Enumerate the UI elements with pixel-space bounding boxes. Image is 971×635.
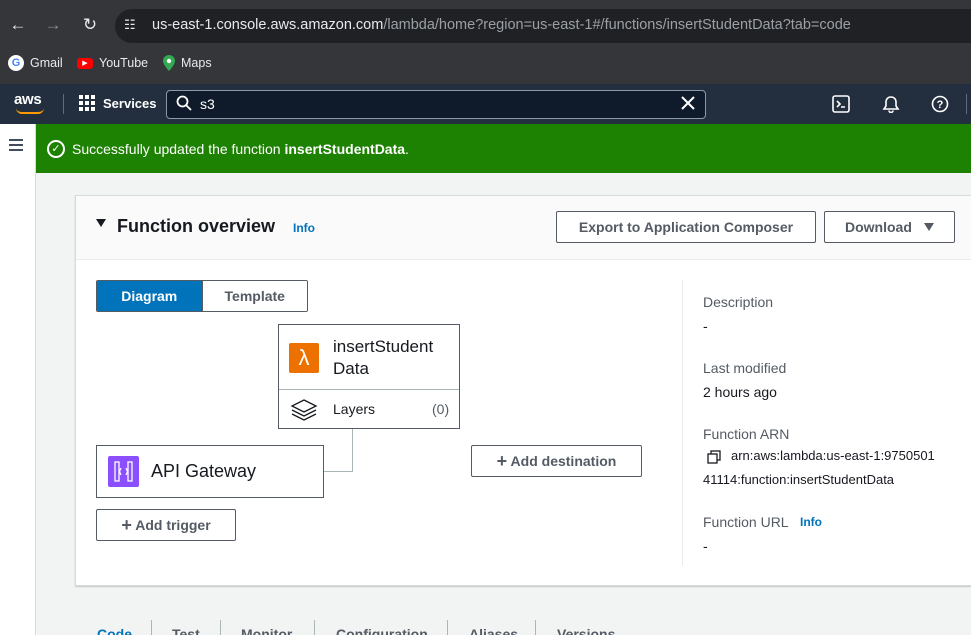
add-destination-button[interactable]: + Add destination xyxy=(471,445,642,477)
svg-text:?: ? xyxy=(937,99,944,111)
lambda-icon: λ xyxy=(289,343,319,373)
add-destination-label: Add destination xyxy=(510,453,617,469)
function-url-label: Function URL xyxy=(703,514,789,530)
function-arn-value-line1: arn:aws:lambda:us-east-1:9750501 xyxy=(731,448,935,463)
last-modified-label: Last modified xyxy=(703,360,787,376)
flash-message-end: . xyxy=(405,141,409,157)
api-gateway-icon xyxy=(108,456,139,487)
tab-configuration[interactable]: Configuration xyxy=(336,626,428,635)
forward-icon[interactable]: → xyxy=(42,14,64,36)
add-trigger-label: Add trigger xyxy=(135,517,211,533)
download-label: Download xyxy=(845,219,912,235)
copy-icon[interactable] xyxy=(707,450,721,467)
diagram-toggle[interactable]: Diagram xyxy=(97,281,202,311)
back-icon[interactable]: ← xyxy=(7,14,29,36)
collapse-caret-icon[interactable] xyxy=(96,219,106,227)
plus-icon: + xyxy=(121,515,132,535)
site-info-icon[interactable]: ☷ xyxy=(124,17,136,33)
connector-line xyxy=(352,429,353,471)
flash-message-text: Successfully updated the function xyxy=(72,141,285,157)
export-to-composer-button[interactable]: Export to Application Composer xyxy=(556,211,816,243)
services-button[interactable]: Services xyxy=(79,95,157,111)
services-label: Services xyxy=(103,95,157,111)
url-text: us-east-1.console.aws.amazon.com/lambda/… xyxy=(152,17,851,33)
tab-monitor[interactable]: Monitor xyxy=(241,626,292,635)
url-host: us-east-1.console.aws.amazon.com xyxy=(152,17,384,33)
nav-divider xyxy=(966,94,967,114)
page-title: Function overview xyxy=(117,216,276,236)
plus-icon: + xyxy=(496,451,508,471)
tab-versions[interactable]: Versions xyxy=(557,626,615,635)
bookmark-gmail[interactable]: G Gmail xyxy=(8,54,63,72)
tab-code[interactable]: Code xyxy=(97,626,132,635)
function-url-info-link[interactable]: Info xyxy=(800,515,822,529)
search-input[interactable] xyxy=(166,90,706,119)
connector-line xyxy=(324,471,353,472)
help-icon[interactable]: ? xyxy=(931,95,949,116)
layers-label[interactable]: Layers xyxy=(333,401,375,417)
function-node-divider xyxy=(279,389,459,390)
aws-logo[interactable]: aws xyxy=(14,91,42,108)
tab-test[interactable]: Test xyxy=(172,626,200,635)
tab-separator xyxy=(314,620,315,635)
layers-count: (0) xyxy=(432,401,450,417)
column-divider xyxy=(682,280,683,566)
side-navigation-rail xyxy=(0,124,36,635)
function-arn-value-line2: 41114:function:insertStudentData xyxy=(703,472,895,487)
bookmark-maps[interactable]: Maps xyxy=(163,54,212,72)
function-url-value: - xyxy=(703,538,708,554)
bookmark-label: Gmail xyxy=(30,56,63,70)
services-grid-icon xyxy=(79,95,95,111)
menu-icon[interactable] xyxy=(9,139,23,154)
tab-separator xyxy=(535,620,536,635)
url-path: /lambda/home?region=us-east-1#/functions… xyxy=(383,17,851,33)
description-value: - xyxy=(703,318,708,334)
tab-separator xyxy=(447,620,448,635)
aws-logo-smile xyxy=(16,108,44,114)
flash-function-name: insertStudentData xyxy=(284,141,406,157)
flash-message: Successfully updated the function insert… xyxy=(72,141,409,157)
search-icon xyxy=(176,95,192,114)
add-trigger-button[interactable]: + Add trigger xyxy=(96,509,236,541)
youtube-icon: ▶ xyxy=(77,57,93,69)
layers-icon xyxy=(290,398,318,425)
tab-aliases[interactable]: Aliases xyxy=(469,626,518,635)
clear-search-icon[interactable] xyxy=(681,96,695,113)
caret-down-icon xyxy=(924,223,934,231)
tab-separator xyxy=(151,620,152,635)
bookmark-label: YouTube xyxy=(99,56,149,70)
view-toggle: Diagram Template xyxy=(96,280,308,312)
search-value: s3 xyxy=(200,96,215,112)
info-link[interactable]: Info xyxy=(293,221,315,235)
last-modified-value: 2 hours ago xyxy=(703,384,777,400)
success-check-icon: ✓ xyxy=(47,140,65,158)
bookmark-label: Maps xyxy=(181,56,212,70)
download-button[interactable]: Download xyxy=(824,211,955,243)
gmail-icon: G xyxy=(8,55,24,71)
function-arn-label: Function ARN xyxy=(703,426,790,442)
description-label: Description xyxy=(703,294,774,310)
notifications-icon[interactable] xyxy=(882,95,900,116)
trigger-node-name: API Gateway xyxy=(151,461,257,481)
template-toggle[interactable]: Template xyxy=(201,281,307,311)
maps-icon xyxy=(163,55,175,71)
function-node-name: insertStudentData xyxy=(333,337,434,378)
tab-separator xyxy=(220,620,221,635)
reload-icon[interactable]: ↻ xyxy=(79,14,101,36)
nav-divider xyxy=(63,94,64,114)
bookmark-youtube[interactable]: ▶ YouTube xyxy=(77,54,148,72)
cloudshell-icon[interactable] xyxy=(832,95,850,116)
